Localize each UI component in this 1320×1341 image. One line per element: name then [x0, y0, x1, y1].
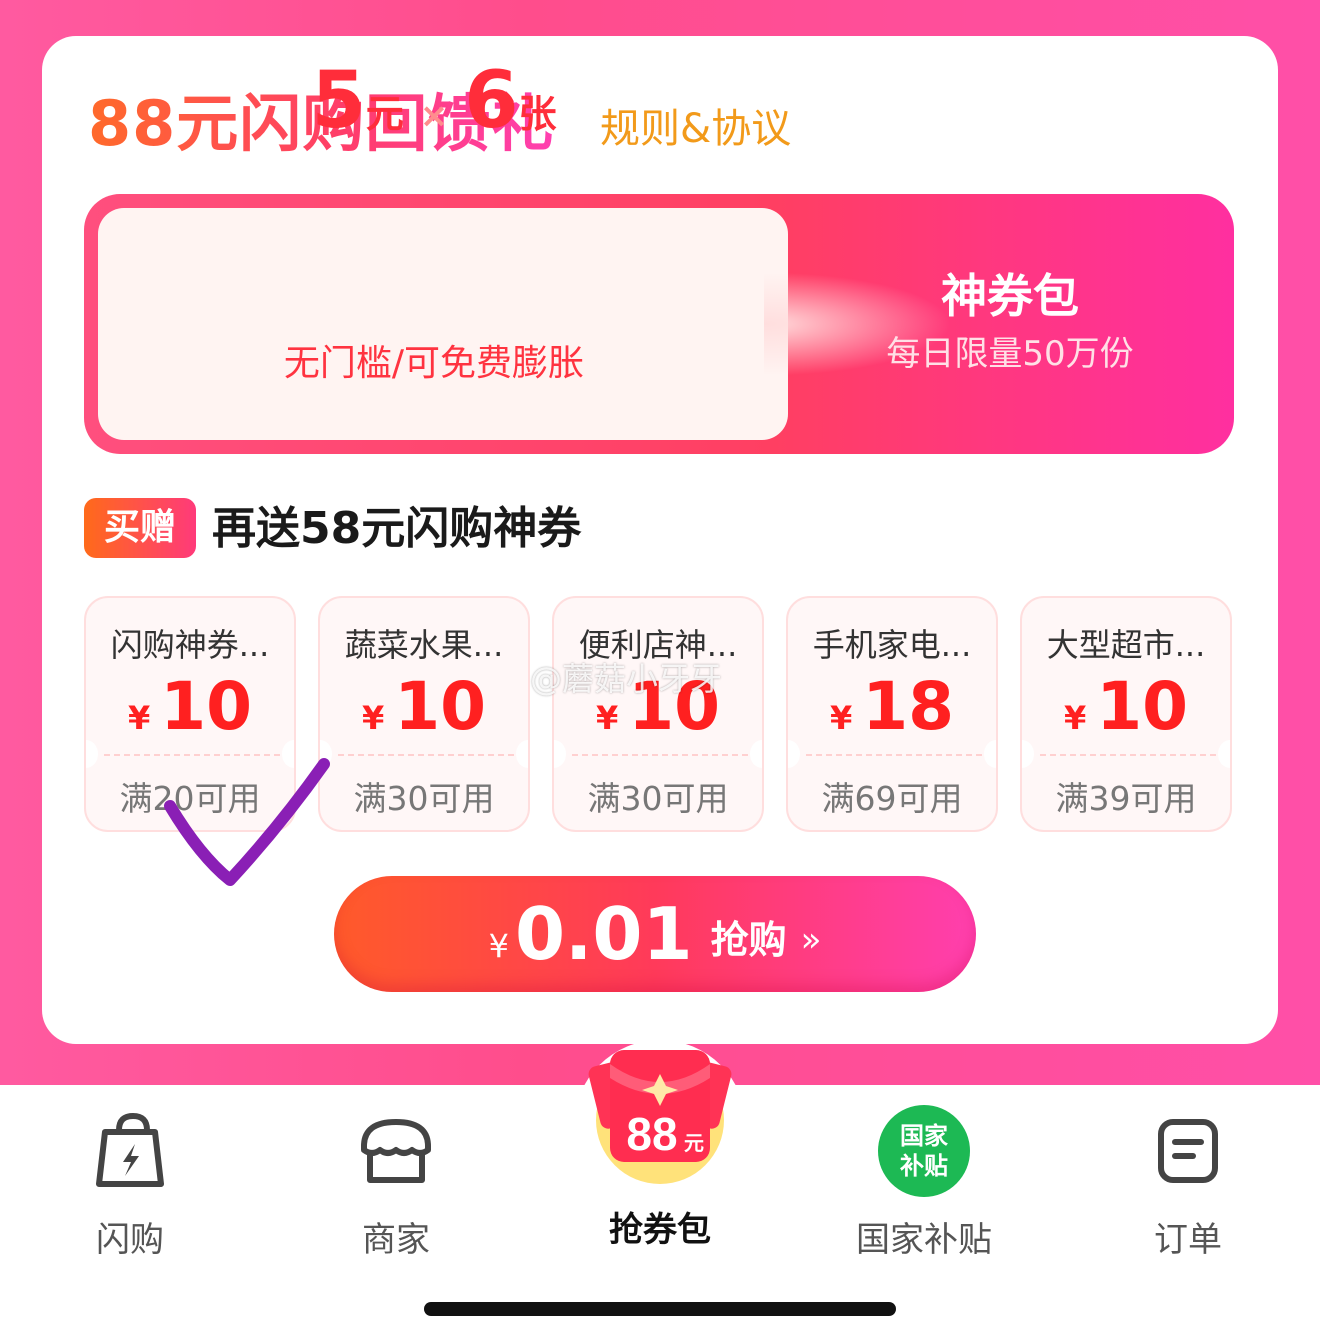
gov-badge-line1: 国家: [900, 1122, 948, 1150]
coupon-condition: 满69可用: [821, 779, 963, 818]
watermark: @蘑菇小牙牙: [530, 660, 723, 698]
lightning-bag-icon: [40, 1110, 220, 1192]
coupon-name: 大型超市...: [1046, 626, 1206, 664]
home-indicator[interactable]: [424, 1302, 896, 1316]
coupon-card[interactable]: 蔬菜水果... ¥10 满30可用: [318, 596, 530, 832]
coupon-card[interactable]: 便利店神... ¥10 满30可用: [552, 596, 764, 832]
store-icon: [306, 1110, 486, 1192]
coupon-currency: ¥: [127, 699, 151, 737]
coupon-pack-amount-unit: 元: [365, 92, 404, 136]
coupon-name: 手机家电...: [812, 626, 972, 664]
coupon-currency: ¥: [361, 699, 385, 737]
packet-amount: 88: [626, 1108, 677, 1160]
coupon-amount: ¥10: [86, 668, 294, 745]
cta-currency: ¥: [488, 927, 509, 965]
coupon-notch-right: [516, 740, 528, 768]
coupon-value: 10: [1096, 668, 1189, 745]
coupon-pack-subtitle: 无门槛/可免费膨胀: [283, 343, 585, 384]
coupon-pack-count-unit: 张: [518, 92, 557, 136]
coupon-notch-right: [750, 740, 762, 768]
nav-item-merchants[interactable]: 商家: [306, 1110, 486, 1261]
coupon-condition: 满30可用: [587, 779, 729, 818]
nav-label: 国家补贴: [856, 1220, 992, 1260]
nav-item-coupon-pack[interactable]: 抢券包: [570, 1194, 750, 1251]
double-chevron-icon: »: [800, 920, 822, 960]
coupon-pack-count: 6: [464, 56, 519, 146]
coupon-notch-right: [1218, 740, 1230, 768]
buy-now-button[interactable]: ¥0.01 抢购 »: [334, 876, 976, 992]
gov-subsidy-icon: 国家 补贴: [834, 1105, 1014, 1197]
cta-price: 0.01: [514, 892, 693, 976]
coupon-amount: ¥18: [788, 668, 996, 745]
nav-label: 闪购: [96, 1220, 164, 1260]
coupon-pack-value: 5元 × 6张: [84, 56, 784, 146]
bonus-badge: 买赠: [84, 498, 196, 558]
cta-label: 抢购: [710, 918, 787, 962]
checkmark-icon: [164, 758, 330, 886]
coupon-pack-limit: 每日限量50万份: [886, 334, 1134, 374]
coupon-card[interactable]: 大型超市... ¥10 满39可用: [1020, 596, 1232, 832]
coupon-card[interactable]: 手机家电... ¥18 满69可用: [786, 596, 998, 832]
packet-unit: 元: [684, 1133, 704, 1155]
coupon-condition: 满39可用: [1055, 779, 1197, 818]
nav-label: 订单: [1154, 1220, 1222, 1260]
coupon-value: 10: [394, 668, 487, 745]
coupon-value: 10: [160, 668, 253, 745]
times-icon: ×: [419, 96, 449, 136]
red-packet-88-icon[interactable]: 88 元: [582, 1044, 738, 1184]
coupon-pack-title: 神券包: [941, 269, 1079, 323]
nav-label: 商家: [362, 1220, 430, 1260]
coupon-condition: 满30可用: [353, 779, 495, 818]
coupon-value: 18: [862, 668, 955, 745]
coupon-currency: ¥: [1063, 699, 1087, 737]
coupon-currency: ¥: [829, 699, 853, 737]
coupon-divider: [338, 754, 514, 756]
coupon-amount: ¥10: [320, 668, 528, 745]
coupon-currency: ¥: [595, 699, 619, 737]
coupon-amount: ¥10: [1022, 668, 1230, 745]
coupon-name: 闪购神券...: [110, 626, 270, 664]
bonus-heading: 再送58元闪购神券: [212, 503, 582, 554]
gov-badge-line2: 补贴: [900, 1152, 948, 1180]
coupon-name: 蔬菜水果...: [344, 626, 504, 664]
coupon-divider: [1040, 754, 1216, 756]
nav-item-flash-buy[interactable]: 闪购: [40, 1110, 220, 1261]
coupon-pack-amount: 5: [311, 56, 366, 146]
coupon-divider: [806, 754, 982, 756]
coupon-divider: [572, 754, 748, 756]
nav-item-orders[interactable]: 订单: [1098, 1110, 1278, 1261]
coupon-notch-right: [984, 740, 996, 768]
nav-item-gov-subsidy[interactable]: 国家 补贴 国家补贴: [834, 1105, 1014, 1261]
nav-label: 抢券包: [609, 1210, 711, 1250]
order-list-icon: [1098, 1110, 1278, 1192]
coupon-pack-left-panel: [98, 208, 788, 440]
